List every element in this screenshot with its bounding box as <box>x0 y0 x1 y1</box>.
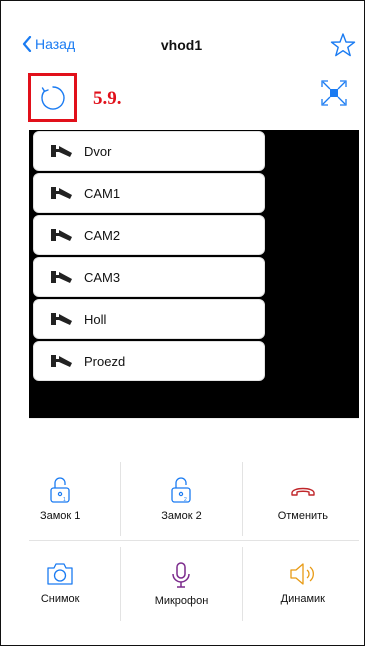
star-icon[interactable] <box>330 32 356 58</box>
camera-icon <box>50 311 80 327</box>
cancel-button[interactable]: Отменить <box>241 462 363 536</box>
speaker-label: Динамик <box>280 593 325 605</box>
camera-label: CAM2 <box>84 227 121 243</box>
camera-icon <box>50 269 80 285</box>
camera-item-dvor[interactable]: Dvor <box>33 131 265 171</box>
lock-1-button[interactable]: 1 Замок 1 <box>0 462 120 536</box>
speaker-button[interactable]: Динамик <box>241 547 363 621</box>
speaker-icon <box>290 563 314 585</box>
hang-up-icon <box>291 487 315 496</box>
microphone-icon <box>172 562 191 588</box>
camera-item-proezd[interactable]: Proezd <box>33 341 265 381</box>
refresh-icon <box>40 85 65 110</box>
camera-item-cam2[interactable]: CAM2 <box>33 215 265 255</box>
camera-item-cam1[interactable]: CAM1 <box>33 173 265 213</box>
snapshot-label: Снимок <box>40 593 80 605</box>
annotation-label: 5.9. <box>93 88 122 109</box>
lock-icon: 1 <box>50 477 70 503</box>
video-footer <box>29 418 359 453</box>
camera-icon <box>47 563 73 585</box>
svg-text:2: 2 <box>184 497 187 503</box>
camera-item-cam3[interactable]: CAM3 <box>33 257 265 297</box>
snapshot-button[interactable]: Снимок <box>0 547 120 621</box>
svg-text:1: 1 <box>63 497 66 503</box>
camera-icon <box>50 353 80 369</box>
camera-label: CAM3 <box>84 269 121 285</box>
lock-1-label: Замок 1 <box>39 510 81 522</box>
grid-divider <box>29 540 359 541</box>
lock-icon: 2 <box>171 477 192 503</box>
refresh-button[interactable] <box>28 73 77 122</box>
camera-label: Holl <box>84 311 107 327</box>
camera-item-holl[interactable]: Holl <box>33 299 265 339</box>
camera-list: Dvor CAM1 CAM2 CAM3 Holl Proezd <box>33 131 265 381</box>
camera-icon <box>50 143 80 159</box>
cancel-label: Отменить <box>277 510 328 522</box>
lock-2-label: Замок 2 <box>161 510 202 522</box>
camera-label: CAM1 <box>84 185 121 201</box>
page-title: vhod1 <box>160 37 203 53</box>
camera-icon <box>50 227 80 243</box>
microphone-label: Микрофон <box>154 595 209 607</box>
lock-2-button[interactable]: 2 Замок 2 <box>120 462 241 536</box>
microphone-button[interactable]: Микрофон <box>120 547 241 621</box>
control-row-1: 1 Замок 1 2 Замок 2 Отменить <box>0 462 363 536</box>
fullscreen-icon[interactable] <box>321 80 347 106</box>
camera-icon <box>50 185 80 201</box>
camera-label: Proezd <box>84 353 126 369</box>
control-row-2: Снимок Микрофон Динамик <box>0 547 363 621</box>
nav-bar: Назад vhod1 <box>0 28 363 64</box>
camera-label: Dvor <box>84 143 112 159</box>
